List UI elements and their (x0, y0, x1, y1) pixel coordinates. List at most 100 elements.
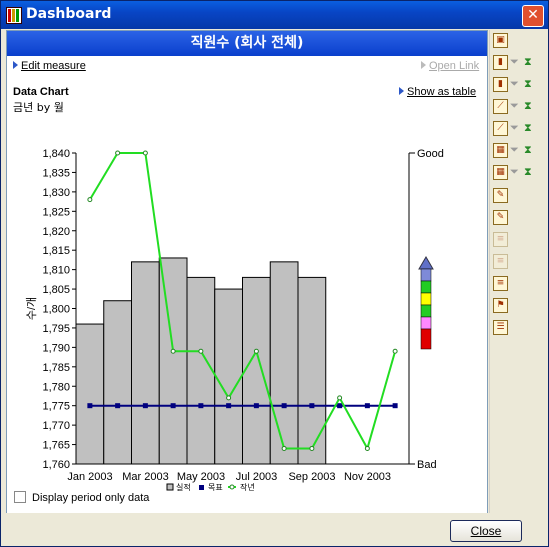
x-tick-label: Jan 2003 (67, 471, 112, 483)
filter-icon[interactable]: ⏷ (510, 77, 522, 91)
filter-icon[interactable]: ⏷ (510, 55, 522, 69)
y-tick-label: 1,820 (42, 226, 70, 238)
last-year-point (309, 445, 315, 451)
x-tick-label: Mar 2003 (122, 471, 168, 483)
filter-icon[interactable]: ⏷ (510, 99, 522, 113)
triangle-right-icon (399, 87, 404, 95)
scale-good-label: Good (417, 148, 444, 160)
bar-actual (214, 288, 243, 465)
edit-measure-link[interactable]: Edit measure (13, 60, 86, 72)
hourglass-icon[interactable]: ⧗ (524, 165, 536, 179)
y-tick-label: 1,835 (42, 167, 70, 179)
last-year-point (142, 150, 148, 156)
window-close-button[interactable]: ✕ (522, 5, 544, 27)
display-period-checkbox[interactable] (14, 491, 26, 503)
chart-title: Data Chart (13, 86, 69, 98)
legend-target-label: 목표 (208, 483, 223, 491)
edit-icon[interactable]: ✎ (493, 210, 508, 225)
show-as-table-link[interactable]: Show as table (399, 86, 476, 98)
dashboard-window: Dashboard ✕ 직원수 (회사 전체) Edit measure Ope… (0, 0, 549, 547)
last-year-point (364, 445, 370, 451)
target-point (226, 403, 232, 409)
legend-actual-label: 실적 (176, 482, 191, 491)
legend-last-year-label: 작년 (240, 482, 255, 491)
target-point (253, 403, 259, 409)
bar-actual (269, 261, 299, 465)
last-year-point (337, 395, 343, 401)
scale-color-band (420, 316, 432, 330)
table-icon[interactable]: ▦ (493, 165, 508, 180)
note-icon[interactable]: ≡ (493, 276, 508, 291)
scale-arrow-head (418, 256, 434, 270)
last-year-point (87, 197, 93, 203)
target-point (309, 403, 315, 409)
sidebar-divider (489, 30, 490, 513)
filter-icon[interactable]: ⏷ (510, 165, 522, 179)
list-icon[interactable]: ☰ (493, 320, 508, 335)
last-year-point (281, 445, 287, 451)
bar-chart-icon[interactable]: ▮ (493, 55, 508, 70)
sidebar-toolbar: ▣ ▮ ⏷ ⧗ ▮ ⏷ ⧗ ⟋ ⏷ ⧗ ⟋ ⏷ ⧗ ▦ ⏷ ⧗ ▦ ⏷ ⧗ ✎ ✎ ≡ ≡ ≡ ⚑ ☰ (491, 30, 546, 513)
line-chart-icon[interactable]: ⟋ (493, 121, 508, 136)
scale-color-band (420, 292, 432, 306)
y-axis-label: 수/개 (25, 297, 38, 320)
document-icon[interactable]: ≡ (493, 232, 508, 247)
hourglass-icon[interactable]: ⧗ (524, 143, 536, 157)
hourglass-icon[interactable]: ⧗ (524, 121, 536, 135)
last-year-point (226, 395, 232, 401)
y-tick-label: 1,800 (42, 304, 70, 316)
scale-color-band (420, 328, 432, 350)
open-link-link[interactable]: Open Link (421, 60, 479, 72)
scale-color-band (420, 268, 432, 282)
x-tick-label: Jul 2003 (236, 471, 278, 483)
y-tick-label: 1,765 (42, 440, 70, 452)
bar-actual (186, 276, 216, 465)
window-title: Dashboard (26, 6, 112, 22)
line-chart-icon[interactable]: ⟋ (493, 99, 508, 114)
bar-actual (297, 276, 327, 465)
edit-measure-label: Edit measure (21, 60, 86, 72)
y-tick-label: 1,795 (42, 323, 70, 335)
open-link-label: Open Link (429, 60, 480, 72)
legend-actual-swatch (166, 483, 174, 491)
target-point (392, 403, 398, 409)
bar-actual (75, 323, 105, 465)
target-point (170, 403, 176, 409)
hourglass-icon[interactable]: ⧗ (524, 99, 536, 113)
bar-actual (131, 261, 160, 465)
last-year-point (198, 348, 204, 354)
filter-icon[interactable]: ⏷ (510, 143, 522, 157)
table-icon[interactable]: ▦ (493, 143, 508, 158)
y-tick-label: 1,785 (42, 362, 70, 374)
scale-bad-label: Bad (417, 459, 437, 471)
target-point (87, 403, 93, 409)
scale-color-band (420, 280, 432, 294)
target-point (115, 403, 121, 409)
dashboard-app-icon (6, 7, 22, 24)
y-tick-label: 1,760 (42, 459, 70, 471)
title-bar[interactable]: Dashboard ✕ (1, 1, 548, 29)
filter-icon[interactable]: ⏷ (510, 121, 522, 135)
show-as-table-label: Show as table (407, 86, 477, 98)
x-tick-label: May 2003 (177, 471, 225, 483)
close-button[interactable]: Close (450, 520, 522, 542)
last-year-point (170, 348, 176, 354)
last-year-point (392, 348, 398, 354)
display-period-option[interactable]: Display period only data (14, 491, 149, 504)
hourglass-icon[interactable]: ⧗ (524, 55, 536, 69)
y-tick-label: 1,775 (42, 401, 70, 413)
y-tick-label: 1,770 (42, 420, 70, 432)
hourglass-icon[interactable]: ⧗ (524, 77, 536, 91)
flag-icon[interactable]: ⚑ (493, 298, 508, 313)
legend-last-year-marker (229, 484, 235, 490)
data-chart: 1,760 1,765 1,770 1,775 1,780 1,785 1,790 1,795… (25, 148, 444, 491)
report-icon[interactable]: ▣ (493, 33, 508, 48)
bar-chart-icon[interactable]: ▮ (493, 77, 508, 92)
main-panel: 직원수 (회사 전체) Edit measure Open Link Data … (6, 30, 488, 515)
x-tick-label: Nov 2003 (344, 471, 391, 483)
last-year-point (253, 348, 259, 354)
edit-icon[interactable]: ✎ (493, 188, 508, 203)
y-tick-label: 1,810 (42, 265, 70, 277)
document-icon[interactable]: ≡ (493, 254, 508, 269)
y-tick-label: 1,815 (42, 245, 70, 257)
